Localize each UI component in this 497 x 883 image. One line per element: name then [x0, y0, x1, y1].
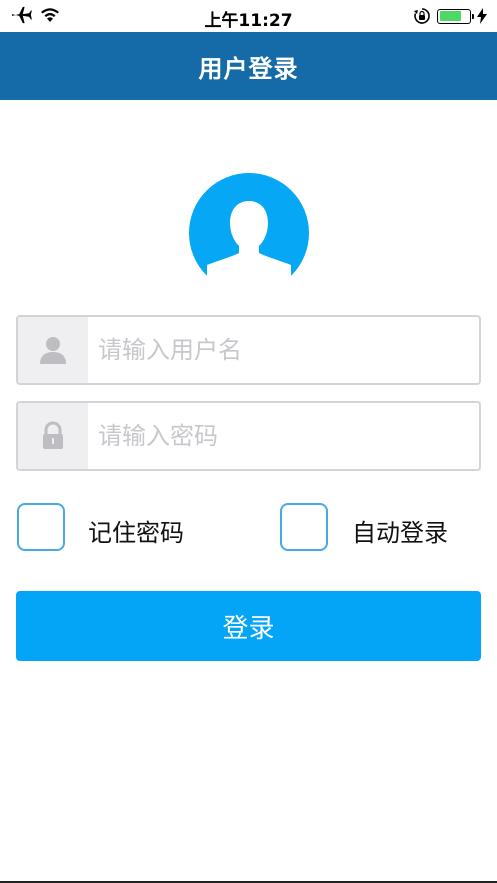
status-right [413, 7, 487, 25]
password-icon-box [18, 403, 88, 469]
options-row: 记住密码 自动登录 [0, 503, 497, 553]
password-field[interactable] [16, 401, 481, 471]
person-icon [40, 337, 66, 364]
user-silhouette-icon [189, 173, 309, 277]
username-input[interactable] [88, 317, 479, 383]
remember-password-label[interactable]: 记住密码 [88, 513, 184, 548]
status-bar: 上午11:27 [0, 0, 497, 32]
password-input[interactable] [88, 403, 479, 469]
battery-icon [437, 8, 474, 24]
username-field[interactable] [16, 315, 481, 385]
username-icon-box [18, 317, 88, 383]
auto-login-label[interactable]: 自动登录 [352, 513, 448, 548]
avatar [189, 173, 309, 277]
charging-icon [477, 8, 487, 24]
battery-fill [439, 11, 461, 21]
nav-bar: 用户登录 [0, 32, 497, 100]
login-button[interactable]: 登录 [16, 591, 481, 661]
lock-icon [43, 421, 63, 449]
auto-login-checkbox[interactable] [280, 503, 328, 551]
page-title: 用户登录 [198, 54, 299, 83]
orientation-lock-icon [414, 8, 430, 24]
remember-password-checkbox[interactable] [17, 503, 65, 551]
